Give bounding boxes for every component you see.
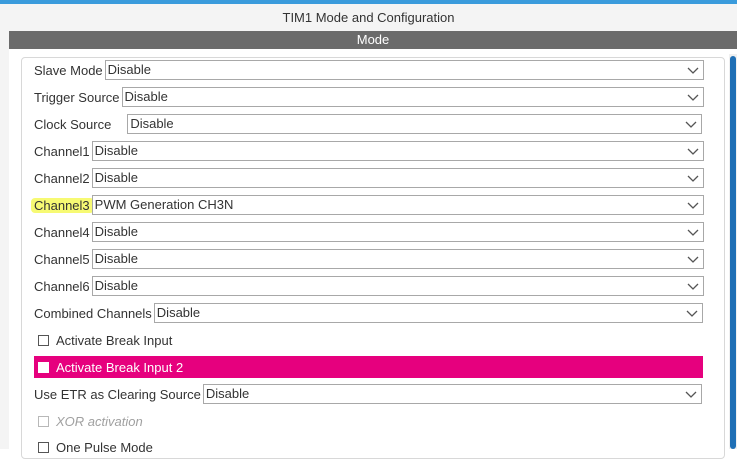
chevron-down-icon	[687, 94, 698, 101]
channel4-value: Disable	[94, 224, 139, 239]
activate-break-input-2-checkbox[interactable]	[38, 361, 49, 373]
chevron-down-icon	[687, 202, 699, 209]
channel4-label: Channel4	[34, 224, 90, 240]
etr-clearing-select[interactable]: Disable	[202, 384, 702, 404]
channel6-label: Channel6	[34, 278, 90, 294]
trigger-source-select[interactable]: Disable	[121, 87, 704, 107]
chevron-down-icon	[687, 229, 699, 236]
slave-mode-value: Disable	[107, 62, 152, 77]
chevron-down-icon	[685, 391, 697, 398]
channel5-row: Channel5 Disable	[34, 248, 704, 270]
activate-break-input-2-row[interactable]: Activate Break Input 2	[38, 356, 183, 378]
activate-break-input-label: Activate Break Input	[56, 332, 173, 348]
channel3-value: PWM Generation CH3N	[94, 197, 234, 212]
slave-mode-select[interactable]: Disable	[104, 60, 704, 80]
xor-activation-label: XOR activation	[56, 413, 143, 429]
etr-clearing-value: Disable	[205, 386, 250, 401]
channel1-row: Channel1 Disable	[34, 140, 704, 162]
channel5-select[interactable]: Disable	[91, 249, 704, 269]
channel2-label: Channel2	[34, 170, 90, 186]
channel6-row: Channel6 Disable	[34, 275, 704, 297]
combined-channels-label: Combined Channels	[34, 305, 152, 321]
channel3-label: Channel3	[34, 197, 90, 213]
clock-source-value: Disable	[130, 116, 174, 131]
channel3-row: Channel3 PWM Generation CH3N	[34, 194, 704, 216]
channel6-select[interactable]: Disable	[91, 276, 704, 296]
trigger-source-value: Disable	[124, 89, 168, 104]
chevron-down-icon	[685, 121, 697, 128]
channel5-label: Channel5	[34, 251, 90, 267]
chevron-down-icon	[687, 67, 699, 74]
etr-clearing-row: Use ETR as Clearing Source Disable	[34, 383, 702, 405]
channel1-select[interactable]: Disable	[91, 141, 704, 161]
combined-channels-row: Combined Channels Disable	[34, 302, 703, 324]
activate-break-input-row[interactable]: Activate Break Input	[38, 329, 172, 351]
one-pulse-mode-label: One Pulse Mode	[56, 439, 153, 455]
channel5-value: Disable	[94, 251, 139, 266]
activate-break-input-2-highlight: Activate Break Input 2	[34, 356, 703, 378]
channel3-select[interactable]: PWM Generation CH3N	[91, 195, 704, 215]
activate-break-input-checkbox[interactable]	[38, 334, 49, 346]
trigger-source-label: Trigger Source	[34, 89, 120, 105]
channel2-value: Disable	[94, 170, 139, 185]
clock-source-select[interactable]: Disable	[127, 114, 703, 134]
channel1-value: Disable	[94, 143, 139, 158]
channel2-select[interactable]: Disable	[91, 168, 704, 188]
channel6-value: Disable	[94, 278, 139, 293]
channel4-select[interactable]: Disable	[91, 222, 704, 242]
chevron-down-icon	[687, 175, 699, 182]
activate-break-input-2-label: Activate Break Input 2	[56, 359, 184, 375]
xor-activation-checkbox[interactable]	[38, 415, 49, 427]
chevron-down-icon	[687, 148, 699, 155]
clock-source-label: Clock Source	[34, 116, 112, 132]
chevron-down-icon	[687, 283, 699, 290]
vertical-scrollbar-thumb[interactable]	[730, 56, 736, 449]
chevron-down-icon	[686, 310, 698, 317]
trigger-source-row: Trigger Source Disable	[34, 86, 704, 108]
channel1-label: Channel1	[34, 143, 90, 159]
mode-section-header[interactable]: Mode	[9, 31, 737, 49]
one-pulse-mode-row[interactable]: One Pulse Mode	[38, 436, 153, 458]
clock-source-row: Clock Source Disable	[34, 113, 703, 135]
combined-channels-select[interactable]: Disable	[153, 303, 703, 323]
combined-channels-value: Disable	[156, 305, 201, 320]
chevron-down-icon	[687, 256, 699, 263]
slave-mode-label: Slave Mode	[34, 62, 103, 78]
channel2-row: Channel2 Disable	[34, 167, 704, 189]
xor-activation-row[interactable]: XOR activation	[38, 410, 143, 432]
window-title: TIM1 Mode and Configuration	[0, 4, 737, 32]
one-pulse-mode-checkbox[interactable]	[38, 441, 49, 453]
etr-clearing-label: Use ETR as Clearing Source	[34, 386, 201, 402]
slave-mode-row: Slave Mode Disable	[34, 59, 704, 81]
channel4-row: Channel4 Disable	[34, 221, 704, 243]
frame-left	[0, 31, 9, 449]
